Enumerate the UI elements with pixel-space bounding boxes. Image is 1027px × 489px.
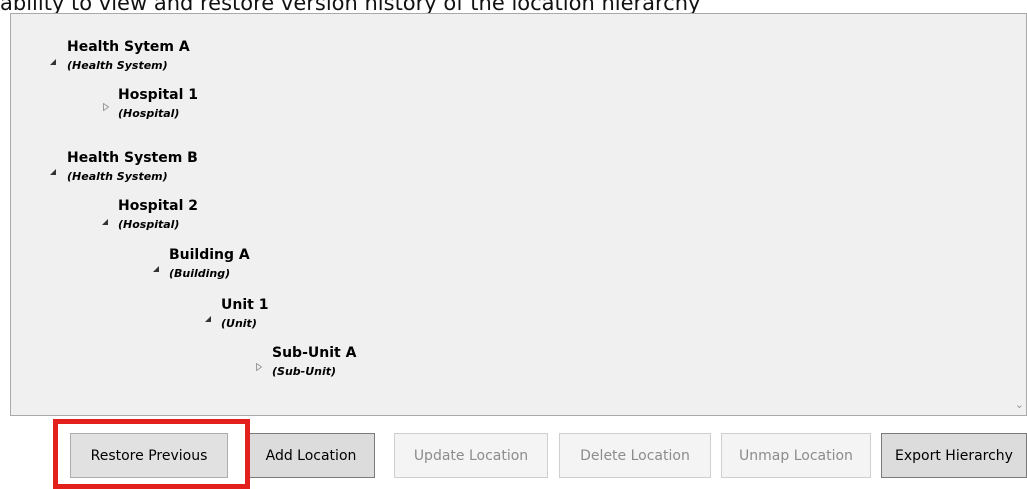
update-location-button[interactable]: Update Location <box>394 433 548 478</box>
node-type: (Hospital) <box>118 218 180 231</box>
node-type: (Sub-Unit) <box>272 365 337 378</box>
highlight-box <box>53 419 250 489</box>
add-location-button[interactable]: Add Location <box>247 433 375 478</box>
expanded-icon[interactable] <box>101 213 109 225</box>
node-type: (Building) <box>169 267 231 280</box>
chevron-down-icon[interactable]: ⌄ <box>1015 398 1024 411</box>
node-title: Building A <box>169 247 250 263</box>
node-type: (Health System) <box>67 170 168 183</box>
node-title: Health System B <box>67 150 198 166</box>
node-title: Hospital 1 <box>118 87 199 103</box>
node-title: Hospital 2 <box>118 198 199 214</box>
node-title: Unit 1 <box>221 297 269 313</box>
node-type: (Hospital) <box>118 107 180 120</box>
node-type: (Unit) <box>221 317 257 330</box>
delete-location-button[interactable]: Delete Location <box>559 433 711 478</box>
collapsed-icon[interactable] <box>255 358 263 372</box>
export-hierarchy-button[interactable]: Export Hierarchy <box>881 433 1027 478</box>
location-hierarchy-tree[interactable]: Health Sytem A (Health System) Hospital … <box>10 13 1027 416</box>
unmap-location-button[interactable]: Unmap Location <box>721 433 871 478</box>
expanded-icon[interactable] <box>152 260 160 272</box>
node-title: Sub-Unit A <box>272 345 357 361</box>
node-type: (Health System) <box>67 59 168 72</box>
expanded-icon[interactable] <box>204 310 212 322</box>
node-title: Health Sytem A <box>67 39 190 55</box>
expanded-icon[interactable] <box>49 53 57 65</box>
expanded-icon[interactable] <box>49 163 57 175</box>
collapsed-icon[interactable] <box>102 98 110 112</box>
